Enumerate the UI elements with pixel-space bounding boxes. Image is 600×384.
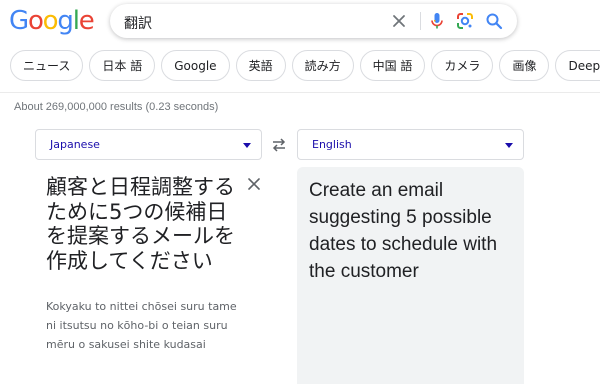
chip-chinese[interactable]: 中国 語	[359, 50, 426, 81]
logo-letter: G	[9, 6, 29, 36]
target-language-label: English	[312, 138, 352, 151]
dropdown-caret-icon	[243, 143, 251, 148]
source-language-label: Japanese	[50, 138, 100, 151]
google-logo[interactable]: Google	[9, 6, 95, 38]
results-stats: About 269,000,000 results (0.23 seconds)	[14, 101, 219, 113]
target-language-select[interactable]: English	[297, 129, 524, 160]
chip-reading[interactable]: 読み方	[291, 50, 354, 81]
source-text-input[interactable]: 顧客と日程調整するために5つの候補日を提案するメールを作成してください	[46, 175, 246, 273]
search-input[interactable]: 翻訳	[124, 13, 152, 33]
logo-letter: g	[57, 6, 74, 36]
chip-google[interactable]: Google	[161, 50, 230, 81]
filter-chips: ニュース 日本 語 Google 英語 読み方 中国 語 カメラ 画像 Deep…	[10, 50, 600, 81]
translation-output-panel: Create an email suggesting 5 possible da…	[297, 167, 524, 384]
search-box[interactable]: 翻訳	[110, 4, 517, 38]
swap-languages-icon[interactable]	[270, 137, 288, 153]
source-language-select[interactable]: Japanese	[35, 129, 262, 160]
translation-output-text: Create an email suggesting 5 possible da…	[309, 180, 498, 282]
clear-source-icon[interactable]	[247, 177, 261, 191]
google-lens-icon[interactable]	[454, 10, 476, 32]
clear-icon[interactable]	[390, 12, 408, 30]
chip-images[interactable]: 画像	[499, 50, 550, 81]
chip-deepl[interactable]: Deepl	[555, 50, 600, 81]
logo-letter: e	[78, 6, 95, 36]
chip-english[interactable]: 英語	[235, 50, 286, 81]
search-divider	[420, 12, 421, 30]
romanization-text: Kokyaku to nittei chōsei suru tame ni it…	[46, 300, 237, 351]
logo-letter: o	[42, 6, 59, 36]
chip-japanese[interactable]: 日本 語	[89, 50, 156, 81]
search-icon[interactable]	[483, 10, 505, 32]
chip-camera[interactable]: カメラ	[431, 50, 494, 81]
chip-news[interactable]: ニュース	[10, 50, 84, 81]
dropdown-caret-icon	[505, 143, 513, 148]
logo-letter: o	[27, 6, 44, 36]
header-divider	[0, 92, 600, 93]
microphone-icon[interactable]	[426, 10, 448, 32]
